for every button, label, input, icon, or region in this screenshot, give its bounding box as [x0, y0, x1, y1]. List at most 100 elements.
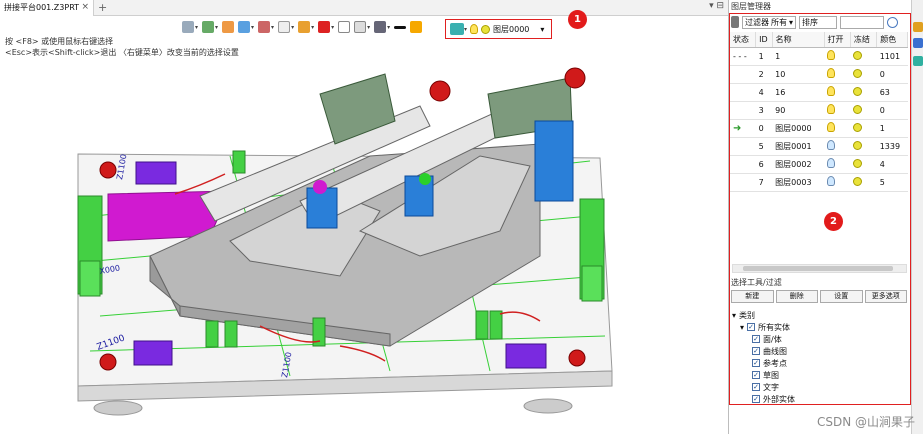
col-color[interactable]: 颜色 [876, 32, 908, 48]
freeze-icon[interactable] [853, 158, 863, 168]
row-name: 图层0000 [772, 119, 825, 138]
right-dock-bar [911, 0, 923, 434]
row-color: 0 [876, 101, 908, 120]
table-row[interactable]: 5 图层0001 1339 [730, 137, 908, 156]
row-color: 0 [876, 65, 908, 84]
3d-viewport[interactable]: 按 <F8> 或使用鼠标右键选择 <Esc>表示<Shift-click>退出 … [0, 10, 728, 434]
blue-block [534, 120, 574, 202]
tree-root[interactable]: ▾ 类别 [732, 309, 795, 321]
watermark: CSDN @山涧果子 [816, 415, 915, 429]
current-layer-arrow: ➜ [730, 119, 756, 138]
table-row[interactable]: 2 10 0 [730, 65, 908, 84]
new-button[interactable]: 新建 [731, 290, 774, 303]
bulb-icon[interactable] [827, 104, 836, 114]
dock-view-icon[interactable] [913, 56, 923, 66]
more-options-button[interactable]: 更多选项 [864, 290, 907, 303]
add-tab-button[interactable]: + [98, 1, 107, 14]
tree-item[interactable]: ✓ 草图 [732, 369, 795, 381]
freeze-icon[interactable] [853, 68, 863, 78]
bulb-icon[interactable] [827, 122, 836, 132]
row-id: 6 [755, 155, 773, 174]
tab-bar: 拼接平台001.Z3PRT × + ▾ ⊟ [0, 0, 728, 16]
dock-layer-icon[interactable] [913, 38, 923, 48]
bulb-off-icon[interactable] [827, 176, 836, 186]
freeze-icon[interactable] [853, 86, 863, 96]
search-input[interactable] [840, 15, 885, 29]
pin-icon[interactable] [731, 16, 739, 28]
row-name: 图层0001 [772, 137, 825, 156]
tree-item[interactable]: ✓ 参考点 [732, 357, 795, 369]
freeze-icon[interactable] [853, 50, 863, 60]
bulb-icon[interactable] [827, 50, 836, 60]
bulb-off-icon[interactable] [827, 140, 836, 150]
freeze-icon[interactable] [853, 122, 863, 132]
sort-combo[interactable]: 排序 [799, 15, 838, 29]
sort-value: 排序 [802, 17, 819, 27]
table-row[interactable]: 7 图层0003 5 [730, 173, 908, 192]
col-freeze[interactable]: 冻结 [850, 32, 878, 48]
panel-title: 图层管理器 [731, 2, 771, 11]
row-color: 63 [876, 83, 908, 102]
freeze-icon[interactable] [853, 104, 863, 114]
callout-badge-2: 2 [824, 212, 843, 231]
filter-label: 过滤器 [745, 17, 769, 27]
delete-button[interactable]: 删除 [775, 290, 818, 303]
row-id: 2 [755, 65, 773, 84]
row-state: - - - [730, 47, 756, 66]
tree-item[interactable]: ✓ 文字 [732, 381, 795, 393]
foot [523, 398, 573, 414]
row-id: 4 [755, 83, 773, 102]
row-state [730, 65, 756, 84]
col-id[interactable]: ID [755, 32, 773, 48]
foot [93, 400, 143, 416]
document-tab[interactable]: 拼接平台001.Z3PRT × [0, 0, 94, 16]
bulb-icon[interactable] [827, 86, 836, 96]
horizontal-scrollbar[interactable] [732, 264, 907, 273]
layer-manager-panel: 图层管理器 过滤器 所有 ▾ 排序 状态 ID 名称 打开 冻结 颜色 - - … [728, 0, 911, 434]
row-name: 16 [772, 83, 825, 102]
action-buttons: 新建 删除 设置 更多选项 [731, 290, 907, 303]
row-state [730, 155, 756, 174]
freeze-icon[interactable] [853, 176, 863, 186]
col-name[interactable]: 名称 [772, 32, 825, 48]
pad [133, 340, 173, 366]
row-state [730, 83, 756, 102]
row-id: 5 [755, 137, 773, 156]
filter-combo[interactable]: 过滤器 所有 ▾ [742, 15, 797, 29]
table-row[interactable]: 3 90 0 [730, 101, 908, 120]
layer-table: 状态 ID 名称 打开 冻结 颜色 - - -1 1 1101 2 10 0 4 16 63… [730, 32, 908, 192]
col-state[interactable]: 状态 [730, 32, 757, 48]
table-row[interactable]: 6 图层0002 4 [730, 155, 908, 174]
row-name: 10 [772, 65, 825, 84]
window-controls[interactable]: ▾ ⊟ [709, 1, 724, 11]
row-color: 1339 [876, 137, 908, 156]
table-row[interactable]: - - -1 1 1101 [730, 47, 908, 66]
table-row[interactable]: 4 16 63 [730, 83, 908, 102]
tree-parent[interactable]: ▾ ✓ 所有实体 [732, 321, 795, 333]
blue-block [306, 187, 338, 229]
bulb-icon[interactable] [827, 68, 836, 78]
row-color: 1101 [876, 47, 908, 66]
refresh-icon[interactable] [887, 16, 899, 28]
close-icon[interactable]: × [81, 2, 89, 12]
tree-item[interactable]: ✓ 曲线图 [732, 345, 795, 357]
dock-tool-icon[interactable] [913, 22, 923, 32]
bulb-off-icon[interactable] [827, 158, 836, 168]
freeze-icon[interactable] [853, 140, 863, 150]
row-state [730, 137, 756, 156]
panel-controls: 过滤器 所有 ▾ 排序 [731, 14, 909, 30]
row-name: 图层0002 [772, 155, 825, 174]
col-open[interactable]: 打开 [824, 32, 851, 48]
row-state [730, 173, 756, 192]
table-row[interactable]: ➜ 0 图层0000 1 [730, 119, 908, 138]
tree-item[interactable]: ✓ 外部实体 [732, 393, 795, 405]
row-id: 3 [755, 101, 773, 120]
tree-item[interactable]: ✓ 面/体 [732, 333, 795, 345]
row-color: 1 [876, 119, 908, 138]
row-name: 1 [772, 47, 825, 66]
settings-button[interactable]: 设置 [820, 290, 863, 303]
row-id: 1 [755, 47, 773, 66]
row-name: 90 [772, 101, 825, 120]
section-title: 选择工具/过滤 [731, 278, 782, 287]
fixture-model[interactable]: Z1100 Z1100 X000 Z1100 [0, 16, 728, 434]
